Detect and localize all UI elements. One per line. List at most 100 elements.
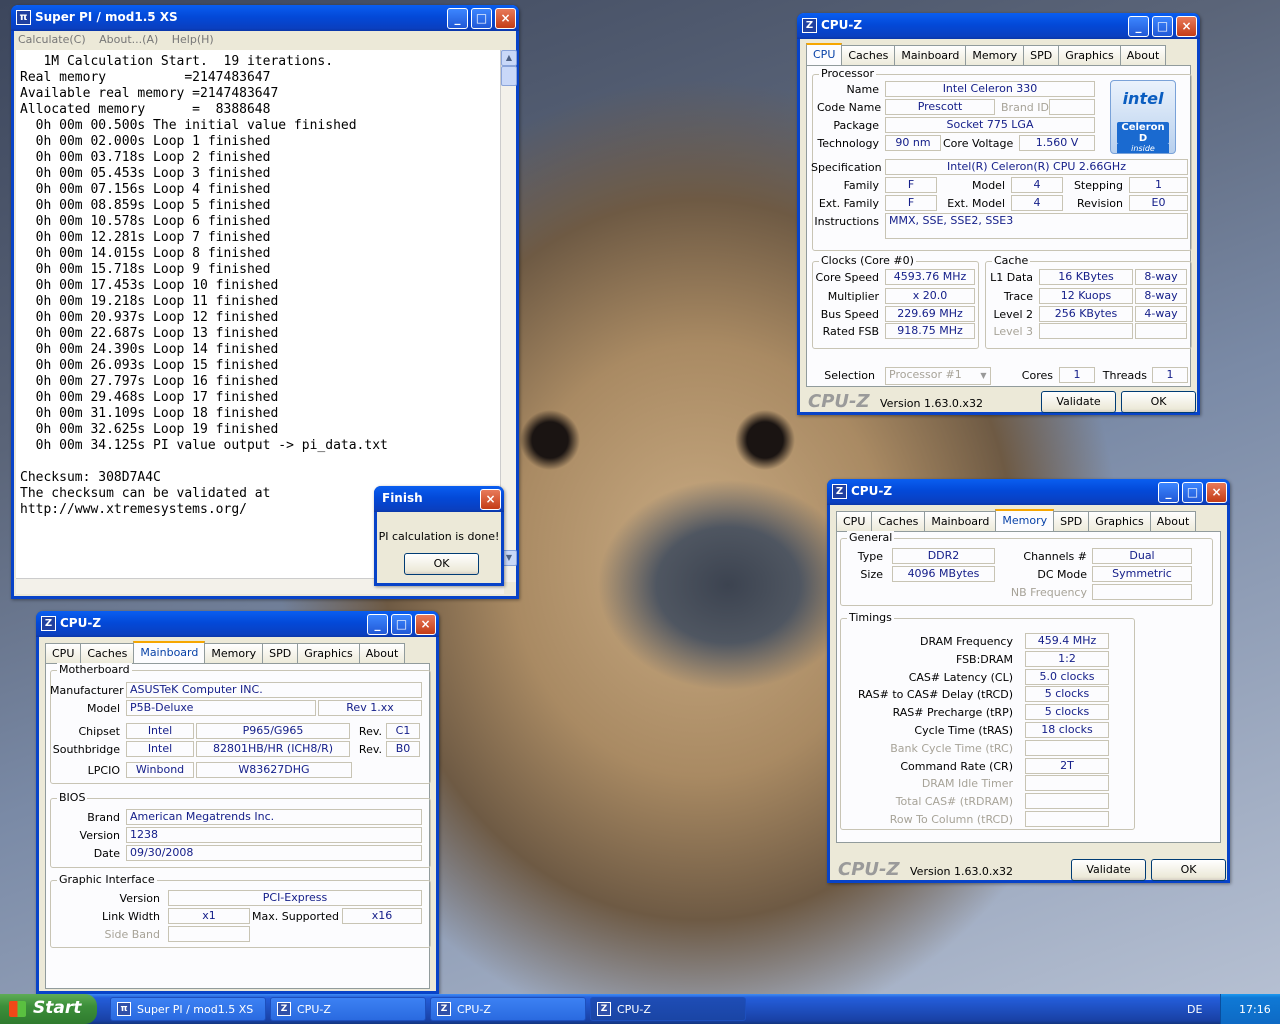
busspeed-label: Bus Speed [820,308,879,321]
windows-flag-icon [9,1001,26,1017]
tab-graphics[interactable]: Graphics [1058,45,1121,66]
graphic-interface-group-title: Graphic Interface [57,873,157,886]
finish-ok-button[interactable]: OK [404,553,479,575]
cpuz-titlebar[interactable]: Z CPU-Z _ □ × [797,13,1200,39]
cpuz-version: Version 1.63.0.x32 [880,397,983,410]
tab-caches[interactable]: Caches [80,643,135,664]
tab-graphics[interactable]: Graphics [297,643,360,664]
ok-button[interactable]: OK [1121,391,1196,413]
tab-spd[interactable]: SPD [1023,45,1060,66]
southbridge-rev-label: Rev. [358,743,382,756]
type-value: DDR2 [892,548,995,564]
tab-cpu[interactable]: CPU [836,511,873,532]
size-value: 4096 MBytes [892,566,995,582]
minimize-button[interactable]: _ [1128,16,1149,37]
cpuz-app-icon: Z [802,18,817,33]
scroll-thumb[interactable] [501,66,517,86]
tab-caches[interactable]: Caches [841,45,896,66]
finish-titlebar[interactable]: Finish × [374,486,504,512]
start-button[interactable]: Start [0,994,97,1024]
extfamily-value: F [885,195,937,211]
superpi-menubar: Calculate(C) About...(A) Help(H) [14,31,516,49]
timing-label: Row To Column (tRCD) [889,813,1013,826]
validate-button[interactable]: Validate [1071,859,1146,881]
technology-value: 90 nm [885,135,941,151]
maximize-button[interactable]: □ [1182,482,1203,503]
tab-spd[interactable]: SPD [1053,511,1090,532]
channels-value: Dual [1092,548,1192,564]
revision-label: Revision [1077,197,1123,210]
cpuz-titlebar[interactable]: Z CPU-Z _ □ × [36,611,439,637]
maxsupported-label: Max. Supported [252,910,339,923]
corespeed-value: 4593.76 MHz [885,269,975,285]
minimize-button[interactable]: _ [367,614,388,635]
taskbar-item-cpuz[interactable]: Z CPU-Z [430,997,586,1021]
scroll-up-arrow-icon[interactable]: ▲ [501,50,517,66]
system-tray: 17:16 [1220,994,1280,1024]
linkwidth-value: x1 [168,908,250,924]
cpuz-title: CPU-Z [821,18,863,32]
close-button[interactable]: × [1206,482,1227,503]
tab-memory[interactable]: Memory [204,643,264,664]
l1data-label: L1 Data [990,271,1033,284]
menu-about[interactable]: About...(A) [99,33,158,46]
tab-cpu[interactable]: CPU [45,643,82,664]
menu-help[interactable]: Help(H) [172,33,214,46]
maxsupported-value: x16 [342,908,422,924]
level2-value: 256 KBytes [1039,306,1133,322]
timing-label: DRAM Frequency [919,635,1013,648]
close-button[interactable]: × [495,8,516,29]
finish-dialog: Finish × PI calculation is done! OK [374,486,504,586]
maximize-button[interactable]: □ [391,614,412,635]
cpuz-titlebar[interactable]: Z CPU-Z _ □ × [827,479,1230,505]
tab-graphics[interactable]: Graphics [1088,511,1151,532]
language-indicator[interactable]: DE [1187,1003,1202,1016]
taskbar-item-cpuz[interactable]: Z CPU-Z [590,997,746,1021]
taskbar-item-cpuz[interactable]: Z CPU-Z [270,997,426,1021]
tab-about[interactable]: About [1119,45,1167,66]
tab-about[interactable]: About [358,643,406,664]
superpi-titlebar[interactable]: π Super PI / mod1.5 XS _ □ × [11,5,519,31]
trace-value: 12 Kuops [1039,288,1133,304]
start-label: Start [33,998,82,1018]
timing-value [1025,793,1109,810]
chevron-down-icon[interactable]: ▼ [977,369,990,383]
tab-memory[interactable]: Memory [965,45,1025,66]
timing-value: 5.0 clocks [1025,668,1109,685]
tab-spd[interactable]: SPD [262,643,299,664]
ok-button[interactable]: OK [1151,859,1226,881]
clock[interactable]: 17:16 [1239,1003,1271,1016]
maximize-button[interactable]: □ [471,8,492,29]
gi-version-value: PCI-Express [168,890,422,906]
selection-dropdown[interactable]: Processor #1 [885,367,991,385]
tab-about[interactable]: About [1149,511,1197,532]
finish-title: Finish [382,491,423,505]
cpuz-tabs: CPU Caches Mainboard Memory SPD Graphics… [836,509,1197,532]
dcmode-value: Symmetric [1092,566,1192,582]
timing-label: Cycle Time (tRAS) [914,724,1013,737]
menu-calculate[interactable]: Calculate(C) [18,33,86,46]
close-button[interactable]: × [1176,16,1197,37]
tab-memory[interactable]: Memory [995,509,1055,532]
taskbar-item-superpi[interactable]: π Super PI / mod1.5 XS [110,997,266,1021]
model-value: P5B-Deluxe [126,700,316,716]
cpuz-app-icon: Z [437,1002,451,1016]
tab-mainboard[interactable]: Mainboard [894,45,967,66]
minimize-button[interactable]: _ [447,8,468,29]
tab-cpu[interactable]: CPU [806,43,843,66]
tab-mainboard[interactable]: Mainboard [133,641,206,664]
validate-button[interactable]: Validate [1041,391,1116,413]
finish-close-button[interactable]: × [480,489,501,510]
revision-value: E0 [1129,195,1188,211]
close-button[interactable]: × [415,614,436,635]
minimize-button[interactable]: _ [1158,482,1179,503]
maximize-button[interactable]: □ [1152,16,1173,37]
taskbar: Start π Super PI / mod1.5 XS Z CPU-Z Z C… [0,994,1280,1024]
memory-panel: General Type DDR2 Channels # Dual Size 4… [836,531,1221,843]
timing-label: RAS# Precharge (tRP) [892,706,1013,720]
tab-mainboard[interactable]: Mainboard [924,511,997,532]
intel-logo-text: intel [1122,89,1164,108]
tab-caches[interactable]: Caches [871,511,926,532]
package-label: Package [833,119,879,132]
bios-version-label: Version [79,829,120,842]
